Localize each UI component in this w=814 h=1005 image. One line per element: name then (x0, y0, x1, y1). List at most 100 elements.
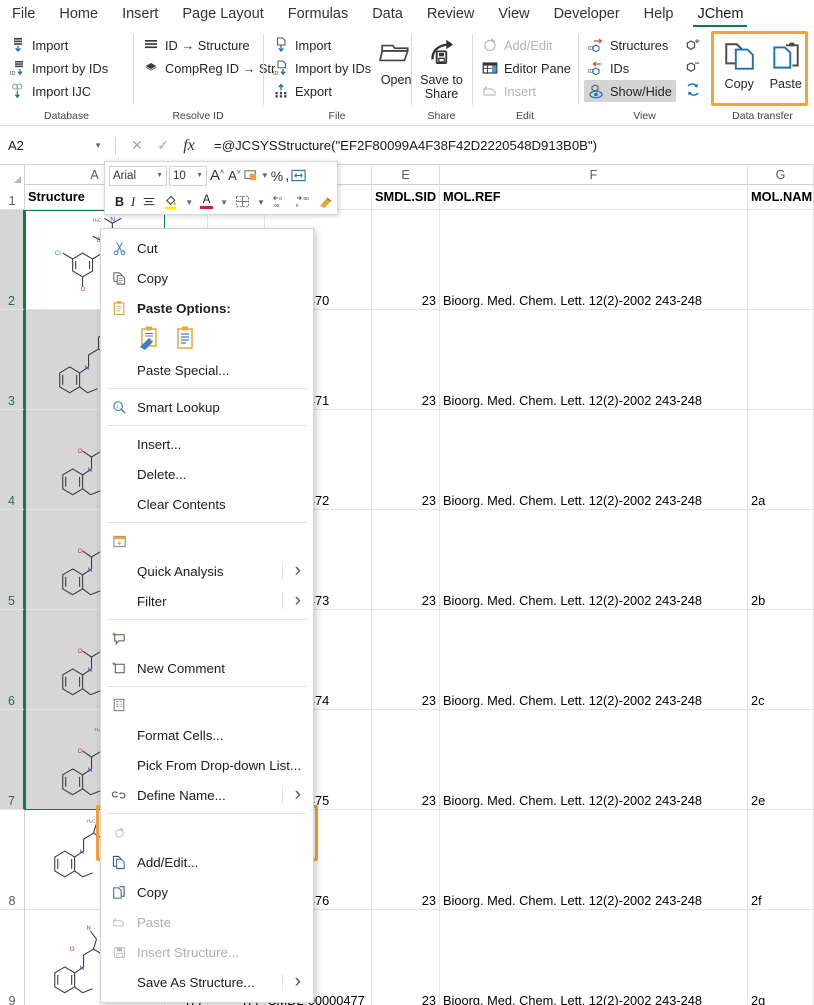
ribbon-show-hide[interactable]: Show/Hide (584, 80, 676, 102)
bold-icon[interactable]: B (115, 195, 124, 209)
row-header-5[interactable]: 5 (0, 510, 25, 610)
cell-e5[interactable]: 23 (372, 510, 440, 610)
ribbon-id-to-structure[interactable]: ID → Structure (139, 34, 279, 56)
percent-style-icon[interactable]: % (271, 168, 283, 184)
italic-icon[interactable]: I (131, 195, 135, 210)
ribbon-import-ijc[interactable]: Import IJC (6, 80, 112, 102)
context-menu-item-jchem-paste[interactable]: Copy (101, 877, 313, 907)
tab-data[interactable]: Data (360, 0, 415, 29)
chevron-down-icon[interactable]: ▼ (185, 198, 193, 207)
cell-f4[interactable]: Bioorg. Med. Chem. Lett. 12(2)-2002 243-… (440, 410, 748, 510)
decrease-decimal-icon[interactable]: .00 0 (295, 195, 311, 209)
column-header-f[interactable]: F (440, 165, 748, 185)
context-menu-item-pick-from-dropdown[interactable]: Format Cells... (101, 720, 313, 750)
cell-f7[interactable]: Bioorg. Med. Chem. Lett. 12(2)-2002 243-… (440, 710, 748, 810)
cell-e1[interactable]: SMDL.SID (372, 185, 440, 210)
row-header-6[interactable]: 6 (0, 610, 25, 710)
cell-f8[interactable]: Bioorg. Med. Chem. Lett. 12(2)-2002 243-… (440, 810, 748, 910)
name-box[interactable]: A2 ▼ (3, 134, 107, 157)
context-menu-item-save-as-structure[interactable]: Insert Structure... (101, 937, 313, 967)
ribbon-add-edit[interactable]: Add/Edit (478, 34, 575, 56)
chevron-down-icon[interactable]: ▼ (220, 198, 228, 207)
format-cells-icon[interactable] (291, 168, 306, 183)
shrink-font-icon[interactable]: A˅ (227, 168, 242, 183)
cell-g7[interactable]: 2e (748, 710, 814, 810)
ribbon-open-button[interactable]: Open (377, 32, 415, 87)
cell-g6[interactable]: 2c (748, 610, 814, 710)
context-menu-item-add-edit[interactable] (101, 817, 313, 847)
ribbon-database-import[interactable]: Import (6, 34, 112, 56)
cell-e8[interactable]: 23 (372, 810, 440, 910)
context-menu-item-paste-special[interactable]: Paste Special... (101, 355, 313, 385)
tab-developer[interactable]: Developer (542, 0, 632, 29)
tab-page-layout[interactable]: Page Layout (170, 0, 275, 29)
column-header-g[interactable]: G (748, 165, 814, 185)
cell-e2[interactable]: 23 (372, 210, 440, 310)
grow-font-icon[interactable]: A˄ (209, 167, 225, 184)
cell-f1[interactable]: MOL.REF (440, 185, 748, 210)
column-header-e[interactable]: E (372, 165, 440, 185)
font-color-icon[interactable]: A (200, 195, 213, 209)
formula-input[interactable]: =@JCSYSStructure("EF2F80099A4F38F42D2220… (202, 138, 814, 153)
context-menu-item-smart-lookup[interactable]: i Smart Lookup (101, 392, 313, 422)
context-menu-item-delete[interactable]: Delete... (101, 459, 313, 489)
context-menu-item-new-note[interactable]: New Comment (101, 653, 313, 683)
context-menu-item-insert[interactable]: Insert... (101, 429, 313, 459)
accounting-format-icon[interactable] (244, 168, 259, 183)
cell-f2[interactable]: Bioorg. Med. Chem. Lett. 12(2)-2002 243-… (440, 210, 748, 310)
cancel-icon[interactable]: ✕ (124, 137, 150, 154)
chevron-down-icon[interactable]: ▼ (257, 198, 265, 207)
select-all-corner[interactable] (0, 165, 25, 185)
cell-f9[interactable]: Bioorg. Med. Chem. Lett. 12(2)-2002 243-… (440, 910, 748, 1005)
cell-g2[interactable] (748, 210, 814, 310)
context-menu-item-format-cells[interactable] (101, 690, 313, 720)
ribbon-file-import-by-ids[interactable]: ID Import by IDs (269, 57, 375, 79)
cell-g1[interactable]: MOL.NAME (748, 185, 814, 210)
tab-file[interactable]: File (0, 0, 47, 29)
cell-f5[interactable]: Bioorg. Med. Chem. Lett. 12(2)-2002 243-… (440, 510, 748, 610)
font-size-input[interactable]: 10 ▼ (169, 166, 207, 186)
cell-e4[interactable]: 23 (372, 410, 440, 510)
tab-view[interactable]: View (486, 0, 541, 29)
ribbon-file-export[interactable]: Export (269, 80, 375, 102)
ribbon-compreg-id-to-str[interactable]: CompReg ID → Str (139, 57, 279, 79)
tab-help[interactable]: Help (632, 0, 686, 29)
context-menu-item-copy[interactable]: Copy (101, 263, 313, 293)
paste-values-icon[interactable] (173, 325, 199, 351)
cell-g8[interactable]: 2f (748, 810, 814, 910)
cell-e6[interactable]: 23 (372, 610, 440, 710)
context-menu-item-clear-contents[interactable]: Clear Contents (101, 489, 313, 519)
row-header-9[interactable]: 9 (0, 910, 25, 1005)
ribbon-file-import[interactable]: Import (269, 34, 375, 56)
ribbon-jchem-paste-button[interactable]: Paste (764, 36, 809, 91)
ribbon-view-structures[interactable]: ID Structures (584, 34, 676, 56)
ribbon-view-ids[interactable]: ID IDs (584, 57, 676, 79)
tab-formulas[interactable]: Formulas (276, 0, 360, 29)
cell-g5[interactable]: 2b (748, 510, 814, 610)
cell-f6[interactable]: Bioorg. Med. Chem. Lett. 12(2)-2002 243-… (440, 610, 748, 710)
ribbon-refresh-structure[interactable] (682, 79, 704, 100)
chevron-down-icon[interactable]: ▼ (261, 171, 269, 180)
cell-e9[interactable]: 23 (372, 910, 440, 1005)
context-menu-item-jchem-copy[interactable]: Add/Edit... (101, 847, 313, 877)
confirm-icon[interactable]: ✓ (150, 137, 176, 154)
ribbon-jchem-copy-button[interactable]: Copy (717, 36, 762, 91)
context-menu-item-quick-analysis[interactable] (101, 526, 313, 556)
cell-f3[interactable]: Bioorg. Med. Chem. Lett. 12(2)-2002 243-… (440, 310, 748, 410)
row-header-1[interactable]: 1 (0, 185, 25, 210)
context-menu-item-convert[interactable]: Save As Structure... (101, 967, 313, 997)
row-header-8[interactable]: 8 (0, 810, 25, 910)
row-header-3[interactable]: 3 (0, 310, 25, 410)
cell-e3[interactable]: 23 (372, 310, 440, 410)
ribbon-editor-pane[interactable]: Editor Pane (478, 57, 575, 79)
cell-g9[interactable]: 2g (748, 910, 814, 1005)
row-header-7[interactable]: 7 (0, 710, 25, 810)
increase-decimal-icon[interactable]: 0 .00 (272, 195, 288, 209)
tab-insert[interactable]: Insert (110, 0, 170, 29)
cell-e7[interactable]: 23 (372, 710, 440, 810)
context-menu-item-link[interactable]: Define Name... (101, 780, 313, 810)
ribbon-database-import-by-ids[interactable]: ID Import by IDs (6, 57, 112, 79)
context-menu-item-filter[interactable]: Quick Analysis (101, 556, 313, 586)
borders-icon[interactable] (235, 195, 250, 209)
row-header-2[interactable]: 2 (0, 210, 25, 310)
